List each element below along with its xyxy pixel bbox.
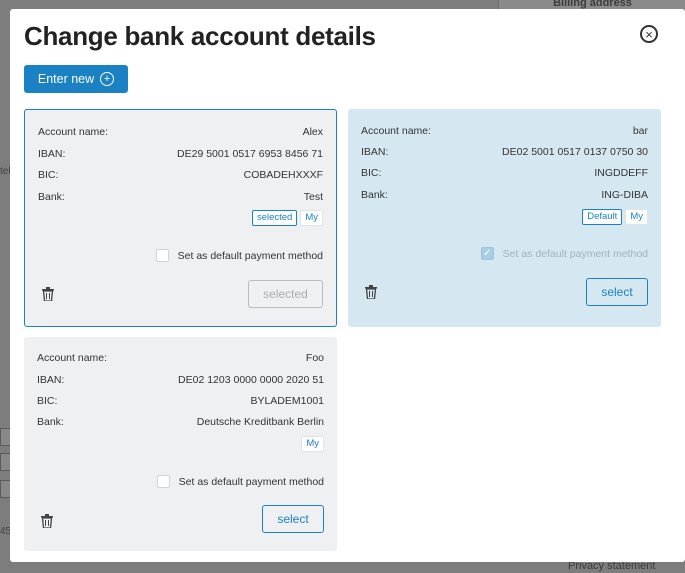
iban-row: IBAN: DE29 5001 0517 6953 8456 71 [38,148,323,162]
bank-value: ING-DIBA [601,189,648,201]
account-name-value: bar [632,125,648,137]
default-payment-checkbox[interactable] [156,475,170,488]
bic-row: BIC: INGDDEFF [361,167,648,181]
bank-account-card-alex[interactable]: Account name: Alex IBAN: DE29 5001 0517 … [24,109,337,327]
iban-label: IBAN: [38,148,66,160]
badges: My [301,436,324,452]
default-payment-checkbox-row[interactable]: Set as default payment method [156,475,324,488]
account-name-row: Account name: Alex [38,126,323,140]
bic-value: COBADEHXXXF [243,169,323,181]
bic-value: BYLADEM1001 [250,395,324,407]
default-payment-checkbox-row: ✓ Set as default payment method [480,247,648,260]
change-bank-account-modal: Change bank account details × Enter new … [10,9,685,562]
default-payment-checkbox-checked: ✓ [480,247,494,260]
bank-value: Test [303,191,323,203]
my-badge: My [301,436,324,452]
default-payment-checkbox-row[interactable]: Set as default payment method [155,249,323,262]
default-payment-label: Set as default payment method [177,249,323,262]
badges: Default My [582,209,648,225]
account-name-value: Alex [302,126,323,138]
account-name-label: Account name: [37,352,108,364]
bic-row: BIC: BYLADEM1001 [37,395,324,409]
default-badge: Default [582,209,623,225]
background-fragment: tel [0,166,11,177]
bic-label: BIC: [37,395,58,407]
default-payment-label: Set as default payment method [502,247,648,260]
default-payment-checkbox[interactable] [155,249,169,262]
iban-value: DE02 5001 0517 0137 0750 30 [502,146,648,158]
plus-circle-icon: + [100,72,115,86]
modal-title: Change bank account details [24,21,376,51]
bank-row: Bank: Deutsche Kreditbank Berlin [37,416,324,430]
trash-icon[interactable] [42,287,54,301]
enter-new-button[interactable]: Enter new + [24,65,128,93]
trash-icon[interactable] [41,514,53,528]
bank-account-card-bar[interactable]: Account name: bar IBAN: DE02 5001 0517 0… [348,109,661,327]
account-name-row: Account name: Foo [37,352,324,366]
bic-label: BIC: [38,169,59,181]
selected-button[interactable]: selected [248,280,323,308]
account-name-label: Account name: [38,126,109,138]
default-payment-label: Set as default payment method [178,475,324,488]
bic-value: INGDDEFF [594,167,648,179]
bic-label: BIC: [361,167,382,179]
my-badge: My [300,210,323,226]
bank-row: Bank: ING-DIBA [361,189,648,203]
iban-value: DE29 5001 0517 6953 8456 71 [177,148,323,160]
bank-label: Bank: [38,191,65,203]
bank-value: Deutsche Kreditbank Berlin [196,416,324,428]
iban-row: IBAN: DE02 5001 0517 0137 0750 30 [361,146,648,160]
trash-icon[interactable] [365,285,377,299]
bank-label: Bank: [361,189,388,201]
iban-label: IBAN: [37,374,65,386]
bank-label: Bank: [37,416,64,428]
account-name-value: Foo [305,352,324,364]
iban-value: DE02 1203 0000 0000 2020 51 [178,374,324,386]
select-button[interactable]: select [262,505,324,533]
bic-row: BIC: COBADEHXXXF [38,169,323,183]
selected-badge: selected [251,210,298,226]
account-name-label: Account name: [361,125,432,137]
bank-row: Bank: Test [38,191,323,205]
iban-label: IBAN: [361,146,389,158]
select-button[interactable]: select [586,278,648,306]
bank-account-card-foo[interactable]: Account name: Foo IBAN: DE02 1203 0000 0… [24,337,337,551]
close-icon[interactable]: × [640,25,658,43]
badges: selected My [251,210,323,226]
my-badge: My [625,209,648,225]
account-name-row: Account name: bar [361,125,648,139]
iban-row: IBAN: DE02 1203 0000 0000 2020 51 [37,374,324,388]
enter-new-label: Enter new [37,72,95,86]
